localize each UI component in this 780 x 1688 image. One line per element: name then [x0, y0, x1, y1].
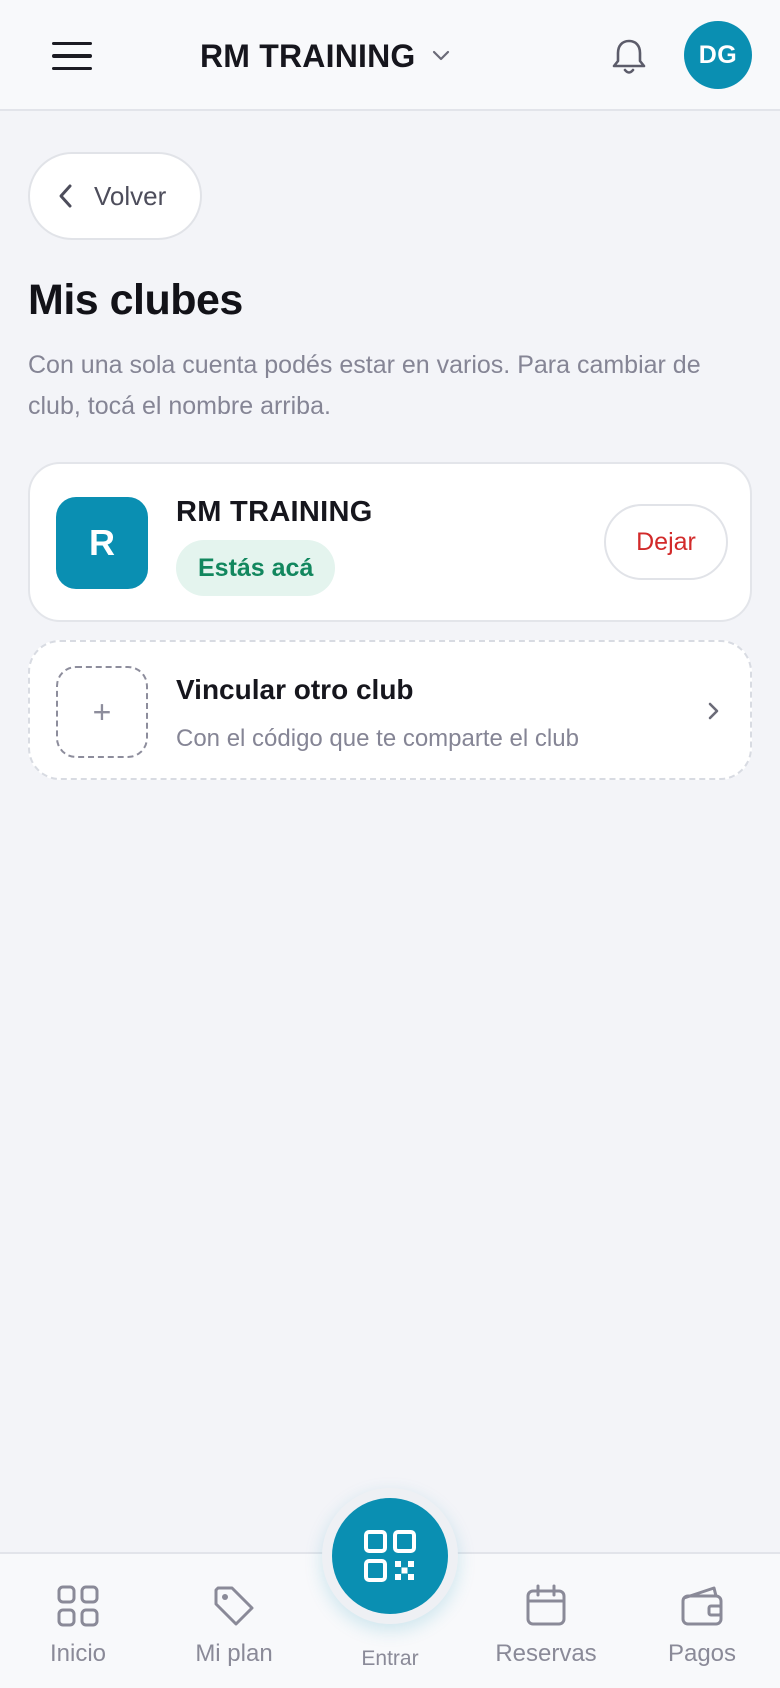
chevron-right-icon [708, 702, 719, 720]
wallet-icon [681, 1586, 723, 1626]
chevron-down-icon [432, 50, 449, 61]
page-title: Mis clubes [28, 276, 243, 324]
app-header: RM TRAINING DG [0, 0, 780, 111]
nav-item-pagos[interactable]: Pagos [632, 1582, 772, 1682]
qr-code-icon [364, 1530, 416, 1582]
link-club-subtitle: Con el código que te comparte el club [176, 725, 579, 752]
link-club-card[interactable]: + Vincular otro club Con el código que t… [28, 640, 752, 780]
status-badge: Estás acá [176, 540, 336, 596]
club-switcher[interactable]: RM TRAINING [200, 28, 452, 84]
nav-item-mi-plan[interactable]: Mi plan [164, 1582, 304, 1682]
nav-item-reservas[interactable]: Reservas [476, 1582, 616, 1682]
calendar-icon [526, 1584, 566, 1626]
nav-item-label: Reservas [495, 1640, 597, 1667]
club-card: R RM TRAINING Estás acá Dejar [28, 462, 752, 622]
leave-club-button[interactable]: Dejar [604, 504, 728, 580]
bell-icon[interactable] [606, 34, 652, 80]
club-switcher-label: RM TRAINING [200, 37, 416, 74]
club-name: RM TRAINING [176, 496, 373, 528]
link-club-title: Vincular otro club [176, 674, 414, 705]
nav-item-label: Inicio [49, 1640, 107, 1667]
enter-button-label: Entrar [361, 1647, 419, 1670]
page-description: Con una sola cuenta podés estar en vario… [28, 351, 701, 420]
club-logo: R [56, 497, 148, 589]
back-button[interactable]: Volver [28, 152, 202, 240]
nav-item-label: Pagos [667, 1640, 737, 1667]
tag-icon [214, 1586, 254, 1626]
avatar[interactable]: DG [684, 21, 752, 89]
nav-item-label: Mi plan [195, 1640, 273, 1667]
hamburger-icon[interactable] [44, 32, 100, 80]
grid-icon [57, 1585, 99, 1627]
back-button-label: Volver [94, 180, 167, 211]
enter-button[interactable] [322, 1488, 458, 1624]
enter-button-circle[interactable] [332, 1498, 448, 1614]
nav-item-inicio[interactable]: Inicio [8, 1582, 148, 1682]
chevron-left-icon [59, 184, 72, 208]
plus-icon: + [56, 666, 148, 758]
